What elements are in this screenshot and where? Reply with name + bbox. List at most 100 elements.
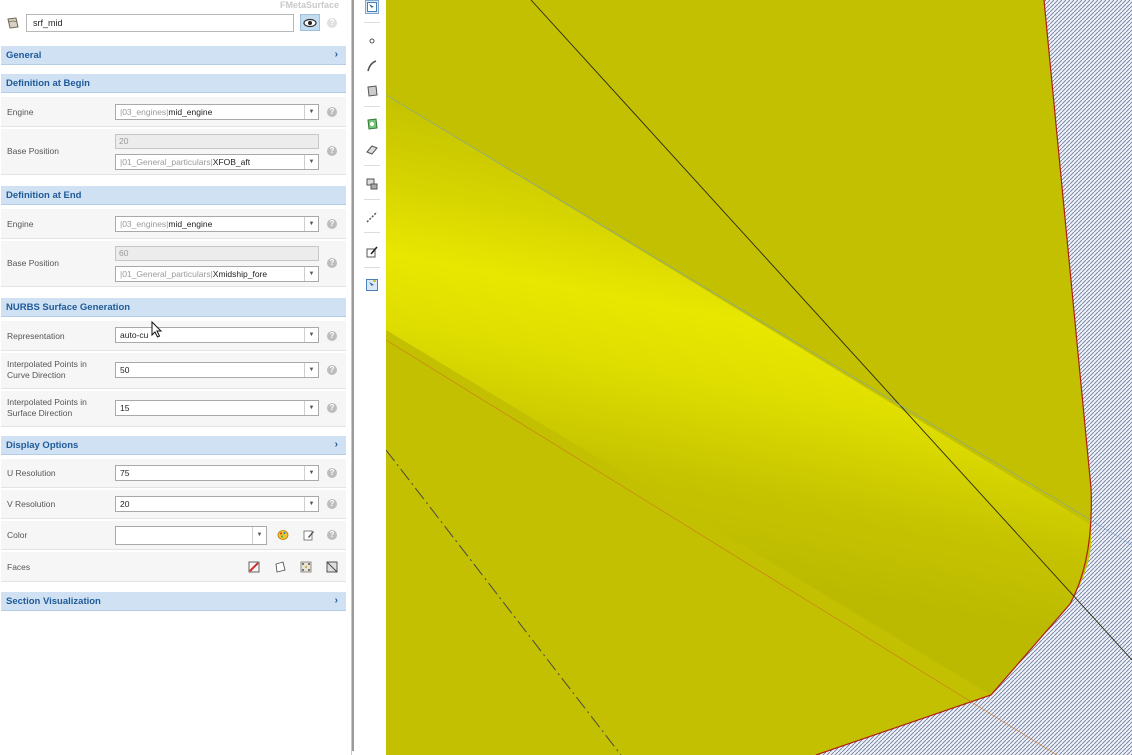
representation-select[interactable]: auto-cu ▼ [115,327,319,343]
toolbar-separator [364,267,380,268]
properties-panel: FMetaSurface srf_mid ? General › Definit… [0,0,354,755]
end-engine-select[interactable]: |03_engines|mid_engine ▼ [115,216,319,232]
help-icon[interactable]: ? [327,107,337,117]
dropdown-arrow-icon[interactable]: ▼ [304,328,318,342]
toolbar-edit-button[interactable] [365,245,379,259]
color-select[interactable]: ▼ [115,526,267,545]
component-icon [366,178,378,190]
help-icon[interactable]: ? [327,530,337,540]
label-line: Curve Direction [7,370,66,380]
point-icon [369,38,375,44]
select-prefix: |03_engines| [120,107,169,117]
toolbar-measure-button[interactable] [365,210,379,224]
toolbar-surface-button[interactable] [365,84,379,98]
end-base-position-row: Base Position 60 |01_General_particulars… [1,241,346,287]
help-icon[interactable]: ? [327,468,337,478]
dropdown-arrow-icon[interactable]: ▼ [304,217,318,231]
v-resolution-select[interactable]: 20 ▼ [115,496,319,512]
representation-row: Representation auto-cu ▼ ? [1,321,346,351]
label-line: Interpolated Points in [7,359,87,369]
section-visualization[interactable]: Section Visualization › [1,592,346,611]
section-title: Definition at End [6,190,82,201]
toolbar-point-button[interactable] [365,34,379,48]
mouse-cursor-icon [151,321,163,338]
v-resolution-row: V Resolution 20 ▼ ? [1,490,346,519]
help-icon[interactable]: ? [327,18,337,28]
begin-base-select[interactable]: |01_General_particulars|XFOB_aft ▼ [115,154,319,170]
object-name-input[interactable]: srf_mid [26,14,294,32]
toolbar-curve-button[interactable] [365,59,379,73]
eye-icon [303,18,317,28]
section-title: Display Options [6,440,79,451]
help-icon[interactable]: ? [327,219,337,229]
field-label: U Resolution [7,468,56,478]
section-definition-begin[interactable]: Definition at Begin [1,74,346,93]
face-points-icon[interactable] [300,561,312,573]
dropdown-arrow-icon[interactable]: ▼ [304,401,318,415]
edit-icon [366,246,378,258]
toolbar-separator [364,165,380,166]
toolbar-green-surface-button[interactable] [365,117,379,131]
section-title: NURBS Surface Generation [6,302,131,313]
section-title: Definition at Begin [6,78,90,89]
face-wireframe-icon[interactable] [326,561,338,573]
begin-engine-select[interactable]: |03_engines|mid_engine ▼ [115,104,319,120]
surface-points-select[interactable]: 15 ▼ [115,400,319,416]
curve-icon [367,60,377,72]
curve-points-select[interactable]: 50 ▼ [115,362,319,378]
section-nurbs[interactable]: NURBS Surface Generation [1,298,346,317]
select-prefix: |03_engines| [120,219,169,229]
select-value: auto-cu [120,330,149,340]
end-engine-row: Engine |03_engines|mid_engine ▼ ? [1,209,346,239]
plane-icon [366,145,378,155]
panel-border [352,0,354,751]
select-value: 15 [120,403,130,413]
dropdown-arrow-icon[interactable]: ▼ [304,497,318,511]
end-base-select[interactable]: |01_General_particulars|Xmidship_fore ▼ [115,266,319,282]
toolbar-separator [364,232,380,233]
field-label: Color [7,530,28,540]
dropdown-arrow-icon[interactable]: ▼ [304,363,318,377]
toolbar-separator [364,199,380,200]
dropdown-arrow-icon[interactable]: ▼ [304,466,318,480]
section-definition-end[interactable]: Definition at End [1,186,346,205]
field-label: Interpolated Points in Curve Direction [7,359,87,381]
help-icon[interactable]: ? [327,331,337,341]
dropdown-arrow-icon[interactable]: ▼ [304,267,318,281]
face-outline-icon[interactable] [274,561,286,573]
faces-row: Faces [1,552,346,582]
section-general[interactable]: General › [1,46,346,65]
field-label: Engine [7,219,34,229]
chevron-right-icon: › [334,439,338,450]
3d-viewport[interactable] [386,0,1132,755]
help-icon[interactable]: ? [327,146,337,156]
toolbar-select-button[interactable] [365,0,379,14]
green-surface-icon [367,118,378,130]
toolbar-view-button[interactable] [365,278,379,292]
color-row: Color ▼ ? [1,521,346,550]
dropdown-arrow-icon[interactable]: ▼ [252,527,266,544]
u-resolution-select[interactable]: 75 ▼ [115,465,319,481]
dropdown-arrow-icon[interactable]: ▼ [304,155,318,169]
select-value: Xmidship_fore [212,269,268,279]
vertical-toolbar [360,0,384,755]
toolbar-plane-button[interactable] [365,143,379,157]
face-shaded-icon[interactable] [248,561,260,573]
edit-icon[interactable] [303,529,315,541]
select-icon [367,2,377,12]
surface-icon [7,17,19,29]
begin-base-position-row: Base Position 20 |01_General_particulars… [1,129,346,175]
dropdown-arrow-icon[interactable]: ▼ [304,105,318,119]
section-display-options[interactable]: Display Options › [1,436,346,455]
help-icon[interactable]: ? [327,403,337,413]
field-label: Base Position [7,146,59,156]
toolbar-component-button[interactable] [365,177,379,191]
help-icon[interactable]: ? [327,499,337,509]
help-icon[interactable]: ? [327,258,337,268]
help-icon[interactable]: ? [327,365,337,375]
color-palette-icon[interactable] [277,529,289,541]
u-resolution-row: U Resolution 75 ▼ ? [1,459,346,488]
visibility-toggle-button[interactable] [300,14,320,31]
select-value: mid_engine [168,219,213,229]
select-value: 20 [120,499,130,509]
